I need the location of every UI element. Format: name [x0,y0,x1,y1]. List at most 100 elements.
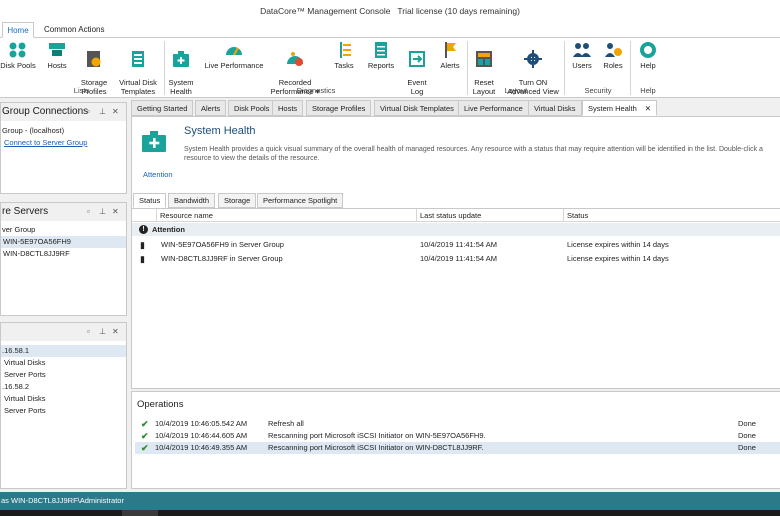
operation-result: Done [738,419,756,428]
table-row[interactable]: ▮ WIN-5E97OA56FH9 in Server Group 10/4/2… [132,238,780,252]
operation-row[interactable]: ✔ 10/4/2019 10:46:49.355 AM Rescanning p… [135,442,780,454]
server-item[interactable]: WIN-D8CTL8JJ9RF [1,248,126,260]
ribbon-separator [564,41,565,95]
server-icon: ▮ [140,240,145,250]
column-header[interactable]: Last status update [416,209,564,222]
subtab-bandwidth[interactable]: Bandwidth [168,193,216,208]
hosts-label: Hosts [47,61,67,70]
operation-time: 10/4/2019 10:46:44.605 AM [155,431,248,440]
gear-icon [524,49,542,68]
pin-icon[interactable]: ⊥ [99,103,106,121]
close-icon[interactable]: ✕ [112,203,119,221]
column-header[interactable]: Status [563,209,780,222]
port-item[interactable]: Virtual Disks [1,393,126,405]
page-description: System Health provides a quick visual su… [184,146,763,162]
pin-icon[interactable]: ⊥ [99,203,106,221]
operation-description: Rescanning port Microsoft iSCSI Initiato… [268,443,484,452]
advanced-view-button[interactable]: Turn ON Advanced View [506,38,560,95]
taskbar-button[interactable] [122,510,158,516]
hosts-button[interactable]: Hosts [42,38,72,84]
tab-system-health-label: System Health [588,104,637,113]
close-icon[interactable]: ✕ [112,103,119,121]
column-header[interactable]: Resource name [156,209,418,222]
operation-result: Done [738,443,756,452]
tab-storage-profiles[interactable]: Storage Profiles [306,100,372,116]
last-update: 10/4/2019 11:41:54 AM [420,240,498,249]
system-health-button[interactable]: System Health [166,38,196,95]
port-item[interactable]: Virtual Disks [1,357,126,369]
operations-title: Operations [137,399,184,410]
event-log-button[interactable]: Event Log [402,38,432,95]
port-item[interactable]: .16.58.1 [1,345,126,357]
operation-time: 10/4/2019 10:46:05.542 AM [155,419,248,428]
operation-row[interactable]: ✔ 10/4/2019 10:46:44.605 AM Rescanning p… [135,430,780,442]
page-title: System Health [184,125,256,137]
table-row[interactable]: ▮ WIN-D8CTL8JJ9RF in Server Group 10/4/2… [132,252,780,266]
reset-layout-icon [476,50,492,67]
ribbon-tab-strip: Home Common Actions [0,22,780,38]
virtual-disk-templates-button[interactable]: Virtual Disk Templates [116,38,160,95]
group-connections-panel: Group Connections ▫ ⊥ ✕ Group - (localho… [0,102,127,194]
tab-virtual-disk-templates[interactable]: Virtual Disk Templates [374,100,460,116]
last-update: 10/4/2019 11:41:54 AM [420,254,498,263]
reports-button[interactable]: Reports [366,38,396,84]
help-button[interactable]: Help [634,38,662,84]
tab-hosts[interactable]: Hosts [272,100,304,116]
ribbon-separator [630,41,631,95]
subtab-performance-spotlight[interactable]: Performance Spotlight [257,193,344,208]
group-item[interactable]: Group - (localhost) [1,125,126,137]
resource-name: WIN-D8CTL8JJ9RF in Server Group [161,254,283,263]
server-item[interactable]: WIN-5E97OA56FH9 [1,236,126,248]
port-item[interactable]: .16.58.2 [1,381,126,393]
storage-profiles-button[interactable]: Storage Profiles [77,38,111,95]
panel-float-icon[interactable]: ▫ [87,103,90,121]
attention-link[interactable]: Attention [143,170,173,179]
tasks-button[interactable]: Tasks [330,38,358,84]
roles-button[interactable]: Roles [600,38,626,84]
tab-getting-started[interactable]: Getting Started [131,100,194,116]
disk-pools-icon [9,42,26,58]
tab-disk-pools[interactable]: Disk Pools [228,100,276,116]
port-item[interactable]: Server Ports [1,369,126,381]
roles-icon [605,43,622,57]
tab-live-performance[interactable]: Live Performance [458,100,529,116]
tab-system-health[interactable]: System Health ✕ [582,100,657,116]
server-group-item[interactable]: ver Group [1,224,126,236]
reports-label: Reports [367,61,395,70]
reset-layout-button[interactable]: Reset Layout [470,38,498,95]
panel-title: Group Connections [2,106,89,117]
event-log-icon [409,50,425,67]
group-row-attention[interactable]: ! Attention [132,223,780,236]
virtual-disk-templates-icon [132,50,144,67]
port-item[interactable]: Server Ports [1,405,126,417]
roles-label: Roles [603,61,623,70]
panel-float-icon[interactable]: ▫ [87,323,90,341]
taskbar [0,510,780,516]
operation-row[interactable]: ✔ 10/4/2019 10:46:05.542 AM Refresh all … [135,418,780,430]
grid-header: Resource name Last status update Status [132,209,780,222]
close-tab-icon[interactable]: ✕ [645,101,651,116]
tab-alerts[interactable]: Alerts [195,100,227,116]
pin-icon[interactable]: ⊥ [99,323,106,341]
users-button[interactable]: Users [568,38,596,84]
status-grid: Resource name Last status update Status … [132,208,780,390]
tab-virtual-disks[interactable]: Virtual Disks [528,100,582,116]
alerts-button[interactable]: Alerts [436,38,464,84]
connect-link[interactable]: Connect to Server Group [1,137,126,149]
status-text: License expires within 14 days [567,240,669,249]
servers-panel: re Servers ▫ ⊥ ✕ ver Group WIN-5E97OA56F… [0,202,127,316]
ribbon-tab-common-actions[interactable]: Common Actions [38,22,110,38]
operations-panel: Operations ✔ 10/4/2019 10:46:05.542 AM R… [131,391,780,489]
subtab-status[interactable]: Status [133,193,167,208]
ribbon: Disk Pools Hosts Storage Profiles Virtua… [0,38,780,98]
disk-pools-button[interactable]: Disk Pools [0,38,36,84]
ports-panel: ▫ ⊥ ✕ .16.58.1 Virtual Disks Server Port… [0,322,127,489]
close-icon[interactable]: ✕ [112,323,119,341]
subtab-storage[interactable]: Storage [218,193,257,208]
recorded-performance-button[interactable]: Recorded Performance ▾ [268,38,322,95]
live-performance-button[interactable]: Live Performance [204,38,264,84]
resource-name: WIN-5E97OA56FH9 in Server Group [161,240,284,249]
ribbon-tab-home[interactable]: Home [2,22,34,38]
help-label: Help [640,61,656,70]
panel-float-icon[interactable]: ▫ [87,203,90,221]
